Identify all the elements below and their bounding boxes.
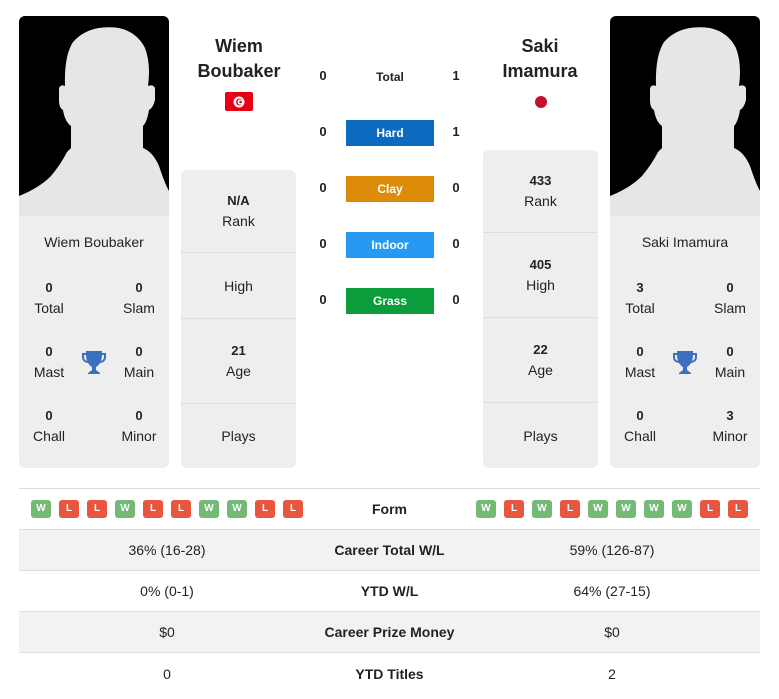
loss-badge[interactable]: L [560,500,580,518]
loss-badge[interactable]: L [143,500,163,518]
stat-label: YTD Titles [355,665,424,682]
p1-titles-mast: 0 Mast [33,344,65,380]
loss-badge[interactable]: L [255,500,275,518]
trophy-icon [79,342,109,382]
japan-flag-icon [527,92,555,111]
win-badge[interactable]: W [476,500,496,518]
p2-high: 405 High [483,233,598,318]
player1-info: N/A Rank High 21 Age Plays [181,170,296,468]
h2h-clay: 0 Clay 0 [310,176,470,202]
p2-titles-mast: 0 Mast [624,344,656,380]
player2-card: Saki Imamura 3 Total 0 Slam 0 Mast 0 Main 0C… [610,16,760,468]
player1-card-name: Wiem Boubaker [44,234,144,250]
win-badge[interactable]: W [644,500,664,518]
player2-form: WLWLWWWWLL [464,500,760,518]
player2-info: 433 Rank 405 High 22 Age Plays [483,150,598,468]
p1-stat: $0 [159,624,175,640]
p2-stat: 64% (27-15) [573,583,651,599]
indoor-surface-label: Indoor [346,232,434,258]
p2-stat: 59% (126-87) [569,542,655,558]
loss-badge[interactable]: L [171,500,191,518]
h2h-total: 0 Total 1 [319,68,460,84]
p2-plays: Plays [523,427,558,444]
p1-plays: Plays [221,428,256,444]
h2h-indoor: 0 Indoor 0 [310,232,470,258]
p2-titles-minor: 3 Minor [712,408,748,444]
p1-titles-minor: 0 Minor [121,408,157,444]
loss-badge[interactable]: L [700,500,720,518]
p1-age: 21 Age [181,319,296,404]
silhouette-icon [610,27,760,216]
p2-age: 22 Age [483,318,598,403]
win-badge[interactable]: W [199,500,219,518]
p2-titles-slam: 0 Slam [714,280,746,316]
player2-photo [610,16,760,216]
form-row: WLLWLLWWLL Form WLWLWWWWLL [19,489,760,530]
p2-stat: 2 [608,665,616,682]
player1-form: WLLWLLWWLL [19,500,315,518]
p2-titles-chall: 0 Chall [624,408,656,444]
win-badge[interactable]: W [115,500,135,518]
p1-titles-total: 0 Total [34,280,64,316]
stats-table: WLLWLLWWLL Form WLWLWWWWLL 36% (16-28) C… [19,488,760,694]
stat-label: Career Prize Money [324,624,455,640]
win-badge[interactable]: W [532,500,552,518]
p1-titles-slam: 0 Slam [123,280,155,316]
player2-heading[interactable]: Saki Imamura [475,34,605,84]
win-badge[interactable]: W [616,500,636,518]
player2-card-name: Saki Imamura [641,234,729,250]
p1-titles-main: 0 Main [123,344,155,380]
stats-row: $0 Career Prize Money $0 [19,612,760,653]
h2h-grass: 0 Grass 0 [310,288,470,314]
win-badge[interactable]: W [672,500,692,518]
win-badge[interactable]: W [588,500,608,518]
p2-stat: $0 [604,624,620,640]
player1-card: Wiem Boubaker 0 Total 0 Slam 0 Mast 0 Main 0… [19,16,169,468]
loss-badge[interactable]: L [87,500,107,518]
loss-badge[interactable]: L [59,500,79,518]
p1-high: High [181,253,296,319]
tunisia-flag-icon [225,92,253,111]
p1-stat: 0% (0-1) [140,583,194,599]
player1-photo [19,16,169,216]
player1-heading[interactable]: Wiem Boubaker [174,34,304,84]
stats-row: 36% (16-28) Career Total W/L 59% (126-87… [19,530,760,571]
win-badge[interactable]: W [31,500,51,518]
grass-surface-label: Grass [346,288,434,314]
player2-titles: 3 Total 0 Slam 0 Mast 0 Main 0 Chall 3 Minor [610,278,760,446]
loss-badge[interactable]: L [504,500,524,518]
clay-surface-label: Clay [346,176,434,202]
hard-surface-label: Hard [346,120,434,146]
loss-badge[interactable]: L [283,500,303,518]
loss-badge[interactable]: L [728,500,748,518]
p2-titles-main: 0 Main [714,344,746,380]
stats-row: 0% (0-1) YTD W/L 64% (27-15) [19,571,760,612]
stats-row: 0 YTD Titles 2 [19,653,760,694]
p1-titles-chall: 0 Chall [33,408,65,444]
silhouette-icon [19,27,169,216]
p2-titles-total: 3 Total [625,280,655,316]
h2h-hard: 0 Hard 1 [310,120,470,146]
p1-stat: 36% (16-28) [128,542,206,558]
p2-rank: 433 Rank [483,150,598,233]
trophy-icon [670,342,700,382]
p1-rank: N/A Rank [181,170,296,253]
player1-titles: 0 Total 0 Slam 0 Mast 0 Main 0 Chall 0 Minor [19,278,169,446]
p1-stat: 0 [163,665,171,682]
form-label: Form [372,501,407,517]
win-badge[interactable]: W [227,500,247,518]
stat-label: Career Total W/L [334,542,445,558]
stat-label: YTD W/L [360,583,419,599]
